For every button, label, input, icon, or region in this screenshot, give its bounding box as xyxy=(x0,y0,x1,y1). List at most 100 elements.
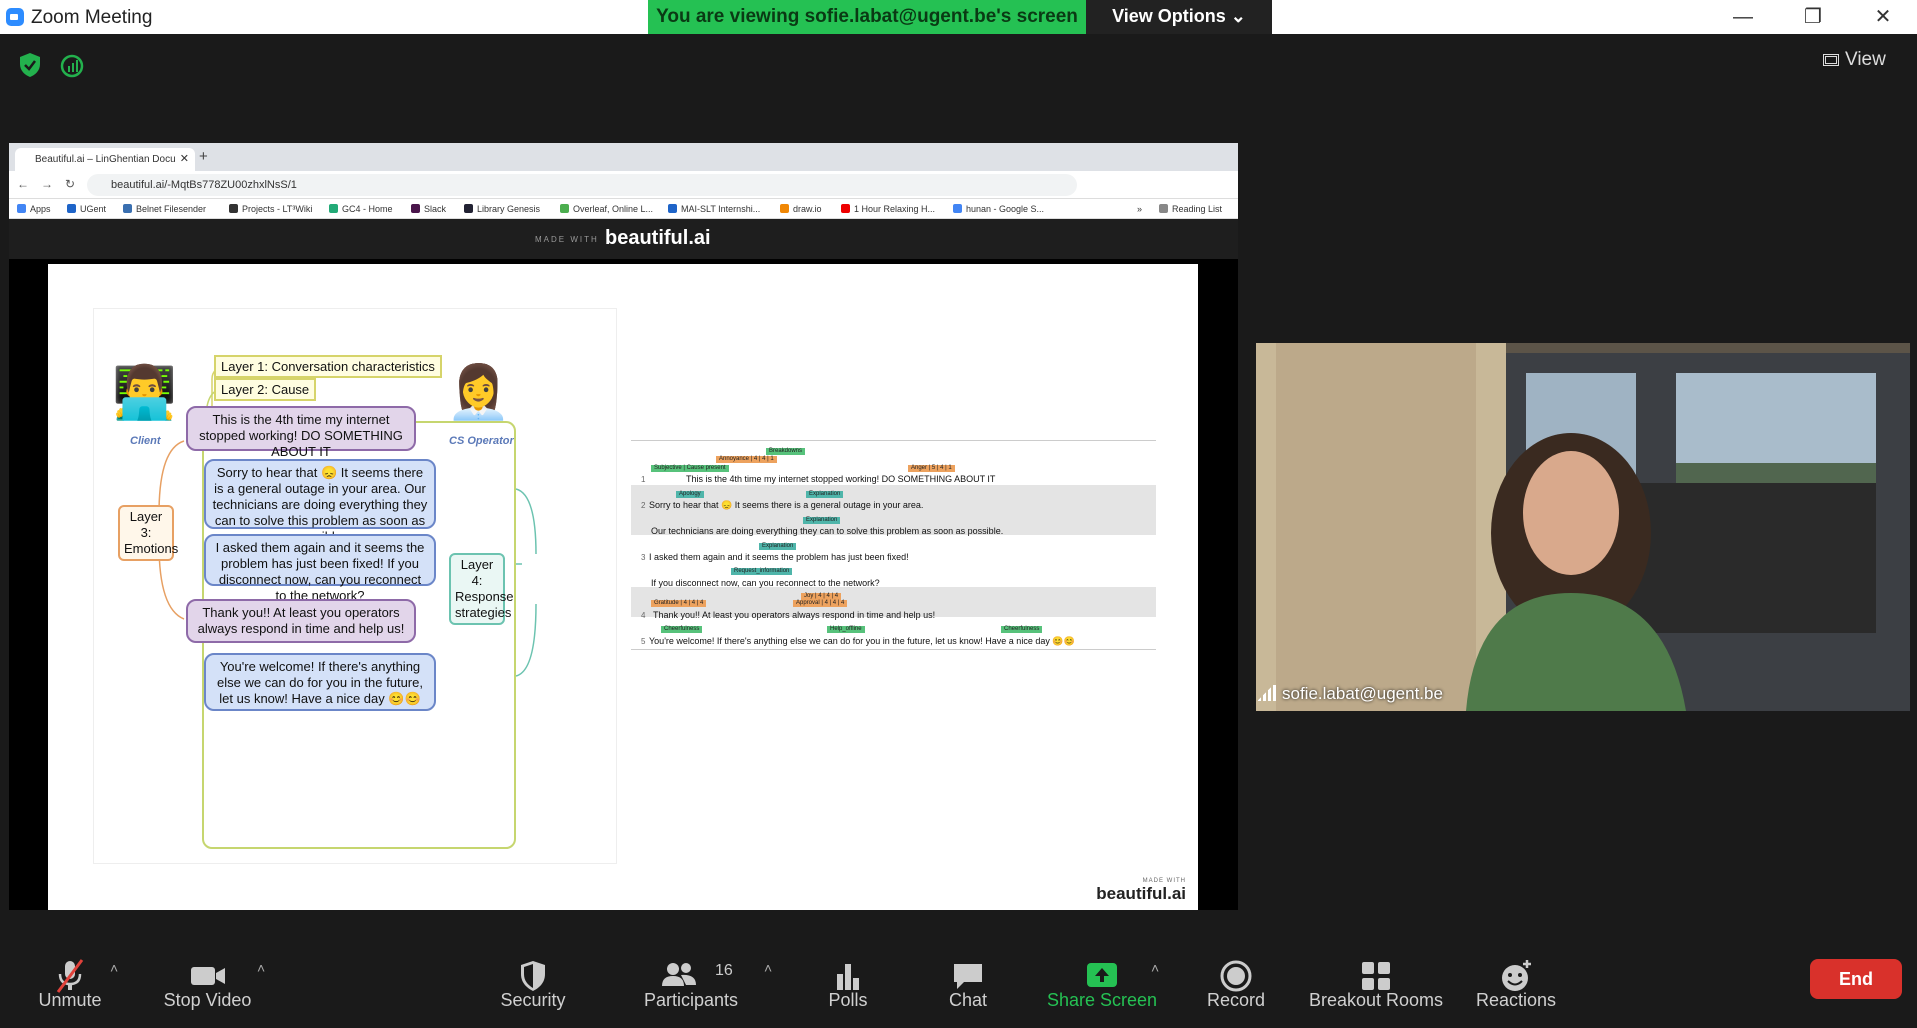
bookmark-overleaf[interactable]: Overleaf, Online L... xyxy=(560,204,653,214)
security-label: Security xyxy=(500,990,566,1010)
tab-close-icon[interactable]: ✕ xyxy=(180,148,189,171)
restore-button[interactable]: ❐ xyxy=(1783,2,1843,32)
bookmark-slack[interactable]: Slack xyxy=(411,204,446,214)
polls-label: Polls xyxy=(828,990,868,1010)
reading-list[interactable]: Reading List xyxy=(1159,204,1222,214)
participants-options-caret[interactable]: ˄ xyxy=(764,960,772,976)
participants-icon xyxy=(662,963,697,986)
annotated-dialogue: Breakdowns Annoyance | 4 | 4 | 1 Subject… xyxy=(631,440,1156,660)
video-options-caret[interactable]: ˄ xyxy=(257,960,265,976)
audio-options-caret[interactable]: ˄ xyxy=(110,960,118,976)
new-tab-button[interactable]: + xyxy=(199,148,208,165)
client-bubble-2: Thank you!! At least you operators alway… xyxy=(186,599,416,643)
minimize-button[interactable]: — xyxy=(1713,2,1773,32)
back-icon[interactable]: ← xyxy=(17,177,29,191)
operator-bubble-2: I asked them again and it seems the prob… xyxy=(204,534,436,603)
tag-breakdowns: Breakdowns xyxy=(766,448,806,455)
stop-video-button[interactable]: Stop Video xyxy=(150,952,265,1028)
operator-bubble-3: You're welcome! If there's anything else… xyxy=(204,653,436,711)
address-bar-row: ← → ↻ beautiful.ai/-MqtBs778ZU00zhxlNsS/… xyxy=(9,171,1238,199)
viewing-screen-banner: You are viewing sofie.labat@ugent.be's s… xyxy=(648,0,1086,34)
zoom-app-icon xyxy=(6,8,24,26)
breakout-rooms-button[interactable]: Breakout Rooms xyxy=(1306,952,1446,1028)
browser-tab-bar: Beautiful.ai – LinGhentian Docu ✕ + xyxy=(9,143,1238,171)
video-camera-icon xyxy=(190,967,225,985)
stop-video-label: Stop Video xyxy=(163,990,252,1010)
bookmark-youtube[interactable]: 1 Hour Relaxing H... xyxy=(841,204,935,214)
bookmark-google[interactable]: hunan - Google S... xyxy=(953,204,1044,214)
line-number: 4 xyxy=(641,611,646,620)
browser-tab[interactable]: Beautiful.ai – LinGhentian Docu ✕ xyxy=(15,148,195,171)
bookmark-apps[interactable]: Apps xyxy=(17,204,51,214)
slide-brand: MADE WITH beautiful.ai xyxy=(1096,878,1186,904)
participant-video-frame xyxy=(1256,343,1910,711)
security-shield-icon xyxy=(521,961,545,991)
reactions-button[interactable]: Reactions xyxy=(1471,952,1561,1028)
divider xyxy=(631,440,1156,441)
view-layout-button[interactable]: View xyxy=(1823,44,1907,76)
view-options-button[interactable]: View Options ⌄ xyxy=(1086,0,1272,34)
tag-cheerfulness: Cheerfulness xyxy=(1001,626,1043,633)
client-caption: Client xyxy=(130,435,161,447)
bookmarks-overflow[interactable]: » xyxy=(1137,204,1142,214)
chat-bubble-icon xyxy=(954,964,982,989)
window-title: Zoom Meeting xyxy=(31,7,153,28)
tag-request-information: Request_information xyxy=(731,568,793,575)
chat-button[interactable]: Chat xyxy=(928,952,1008,1028)
made-with-banner: MADE WITH beautiful.ai xyxy=(9,219,1238,259)
annotation-layers-figure: 👨‍💻 Client 👩‍💼 CS Operator Layer 1: Conv… xyxy=(93,308,617,864)
end-meeting-button[interactable]: End xyxy=(1810,959,1902,999)
url-field[interactable]: beautiful.ai/-MqtBs778ZU00zhxlNsS/1 xyxy=(87,174,1077,196)
polls-icon xyxy=(837,964,859,990)
client-emoji: 👨‍💻 xyxy=(112,364,177,422)
bookmark-drawio[interactable]: draw.io xyxy=(780,204,822,214)
bookmark-gc4[interactable]: GC4 - Home xyxy=(329,204,393,214)
record-icon xyxy=(1220,960,1252,992)
security-button[interactable]: Security xyxy=(483,952,583,1028)
signal-bars-icon xyxy=(1258,685,1276,701)
chevron-down-icon: ⌄ xyxy=(1230,6,1246,26)
dialogue-line: If you disconnect now, can you reconnect… xyxy=(651,578,880,588)
tag-help-offline: Help_offline xyxy=(827,626,865,633)
bookmark-library-genesis[interactable]: Library Genesis xyxy=(464,204,540,214)
tag-explanation: Explanation xyxy=(803,517,841,524)
unmute-button[interactable]: Unmute xyxy=(20,952,120,1028)
unmute-label: Unmute xyxy=(38,990,102,1010)
bookmark-mai-slt[interactable]: MAI-SLT Internshi... xyxy=(668,204,760,214)
layer-3-label: Layer 3: Emotions xyxy=(118,505,178,561)
client-bubble-1: This is the 4th time my internet stopped… xyxy=(186,406,416,459)
reactions-label: Reactions xyxy=(1475,990,1557,1010)
bookmark-belnet[interactable]: Belnet Filesender xyxy=(123,204,206,214)
share-screen-label: Share Screen xyxy=(1046,990,1158,1010)
forward-icon[interactable]: → xyxy=(41,177,53,191)
share-screen-icon xyxy=(1087,963,1117,987)
breakout-rooms-icon xyxy=(1362,962,1390,990)
record-label: Record xyxy=(1206,990,1266,1010)
tab-title: Beautiful.ai – LinGhentian Docu xyxy=(35,154,176,165)
tag-apology: Apology xyxy=(676,491,704,498)
layer-1-label: Layer 1: Conversation characteristics xyxy=(214,355,442,378)
operator-bubble-1: Sorry to hear that 😞 It seems there is a… xyxy=(204,459,436,544)
shared-screen-browser: Beautiful.ai – LinGhentian Docu ✕ + ← → … xyxy=(9,143,1238,910)
bookmark-ugent[interactable]: UGent xyxy=(67,204,106,214)
polls-button[interactable]: Polls xyxy=(808,952,888,1028)
bookmark-projects[interactable]: Projects - LT³Wiki xyxy=(229,204,312,214)
participants-button[interactable]: 16 Participants xyxy=(633,952,749,1028)
tag-joy: Joy | 4 | 4 | 4 xyxy=(801,593,842,600)
share-options-caret[interactable]: ˄ xyxy=(1151,960,1159,976)
close-button[interactable]: ✕ xyxy=(1853,2,1913,32)
line-number: 3 xyxy=(641,553,646,562)
tag-gratitude: Gratitude | 4 | 4 | 4 xyxy=(651,600,707,607)
made-with-label: MADE WITH xyxy=(535,235,599,244)
record-button[interactable]: Record xyxy=(1196,952,1276,1028)
reload-icon[interactable]: ↻ xyxy=(65,177,75,191)
encryption-shield-icon[interactable] xyxy=(18,52,42,78)
participant-video[interactable] xyxy=(1256,343,1910,711)
tag-annoyance: Annoyance | 4 | 4 | 1 xyxy=(716,456,777,463)
layer-2-label: Layer 2: Cause xyxy=(214,378,317,401)
share-screen-button[interactable]: Share Screen xyxy=(1043,952,1161,1028)
network-status-icon[interactable] xyxy=(60,54,84,78)
dialogue-line: This is the 4th time my internet stopped… xyxy=(686,474,996,484)
breakout-rooms-label: Breakout Rooms xyxy=(1308,990,1444,1010)
dialogue-line: You're welcome! If there's anything else… xyxy=(649,636,1075,646)
